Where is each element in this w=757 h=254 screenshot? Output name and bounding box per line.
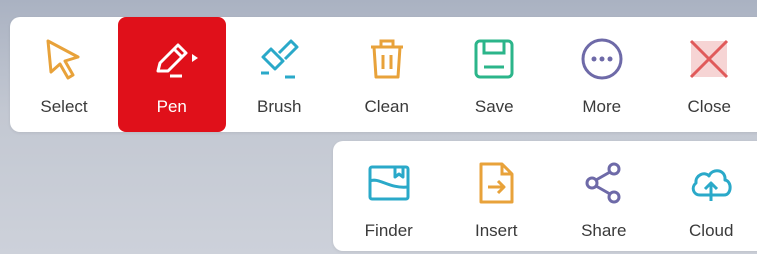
brush-icon	[261, 39, 299, 79]
insert-label: Insert	[474, 221, 518, 240]
save-tool-button[interactable]: Save	[441, 17, 549, 132]
main-toolbar: Select Pen Brush Clean Save More Close	[10, 17, 757, 132]
insert-file-icon	[479, 162, 514, 204]
trash-icon	[370, 39, 403, 79]
clean-tool-button[interactable]: Clean	[333, 17, 441, 132]
cloud-label: Cloud	[689, 221, 734, 240]
cursor-arrow-icon	[46, 39, 80, 80]
save-disk-icon	[474, 39, 514, 79]
secondary-toolbar: Finder Insert Share Cloud	[333, 141, 757, 251]
folder-icon	[368, 165, 410, 201]
close-label: Close	[687, 97, 731, 116]
select-tool-button[interactable]: Select	[10, 17, 118, 132]
save-label: Save	[474, 97, 514, 116]
pen-tool-button[interactable]: Pen	[118, 17, 226, 132]
clean-label: Clean	[364, 97, 409, 116]
brush-tool-button[interactable]: Brush	[226, 17, 334, 132]
pen-icon	[156, 43, 198, 78]
share-icon	[585, 162, 621, 204]
close-x-icon	[690, 39, 729, 79]
finder-tool-button[interactable]: Finder	[333, 141, 441, 251]
close-tool-button[interactable]: Close	[656, 17, 757, 132]
share-label: Share	[581, 221, 627, 240]
more-label: More	[582, 97, 622, 116]
share-tool-button[interactable]: Share	[548, 141, 656, 251]
more-tool-button[interactable]: More	[548, 17, 656, 132]
brush-label: Brush	[257, 97, 302, 116]
more-dots-icon	[581, 38, 623, 80]
cloud-upload-icon	[691, 169, 732, 201]
insert-tool-button[interactable]: Insert	[441, 141, 549, 251]
cloud-tool-button[interactable]: Cloud	[656, 141, 757, 251]
select-label: Select	[40, 97, 88, 116]
pen-label: Pen	[156, 97, 187, 116]
finder-label: Finder	[364, 221, 413, 240]
